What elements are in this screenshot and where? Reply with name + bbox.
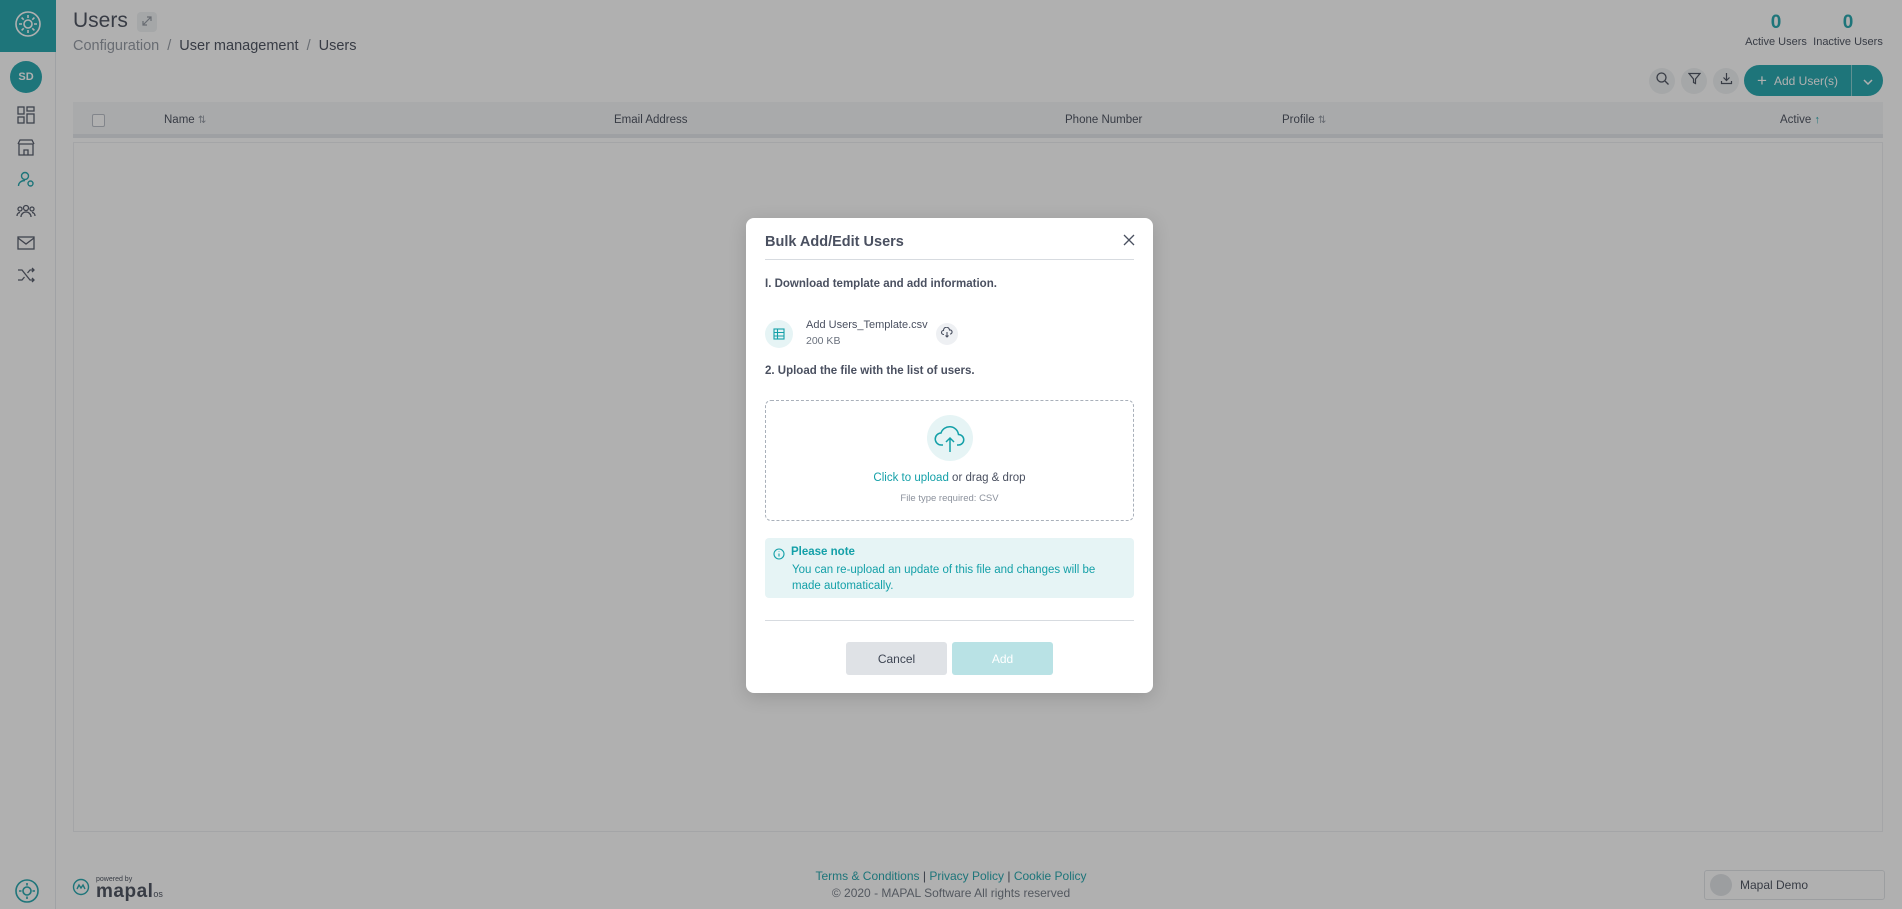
divider [765, 259, 1134, 260]
step-two-text: 2. Upload the file with the list of user… [765, 365, 975, 377]
upload-dropzone[interactable]: Click to upload or drag & drop File type… [765, 400, 1134, 521]
info-icon [773, 547, 785, 560]
close-icon [1123, 233, 1135, 251]
file-size: 200 KB [806, 335, 841, 347]
note-body: You can re-upload an update of this file… [792, 564, 1096, 592]
close-button[interactable] [1119, 232, 1139, 252]
divider [765, 620, 1134, 621]
spreadsheet-icon [765, 320, 793, 348]
note-title: Please note [791, 546, 855, 558]
modal-title: Bulk Add/Edit Users [765, 234, 904, 250]
bulk-add-modal: Bulk Add/Edit Users I. Download template… [746, 218, 1153, 693]
download-template-button[interactable] [936, 323, 958, 345]
step-one-text: I. Download template and add information… [765, 278, 997, 290]
cancel-button[interactable]: Cancel [846, 642, 947, 675]
cloud-upload-icon [927, 415, 973, 461]
file-type-hint: File type required: CSV [900, 493, 999, 504]
template-file: Add Users_Template.csv 200 KB [765, 314, 1134, 354]
drag-drop-text: or drag & drop [948, 472, 1026, 484]
cloud-download-icon [940, 325, 953, 343]
add-button[interactable]: Add [952, 642, 1053, 675]
upload-text: Click to upload or drag & drop [766, 472, 1133, 484]
file-name: Add Users_Template.csv [806, 319, 928, 331]
info-note: Please note You can re-upload an update … [765, 538, 1134, 598]
click-to-upload-link[interactable]: Click to upload [873, 472, 948, 484]
